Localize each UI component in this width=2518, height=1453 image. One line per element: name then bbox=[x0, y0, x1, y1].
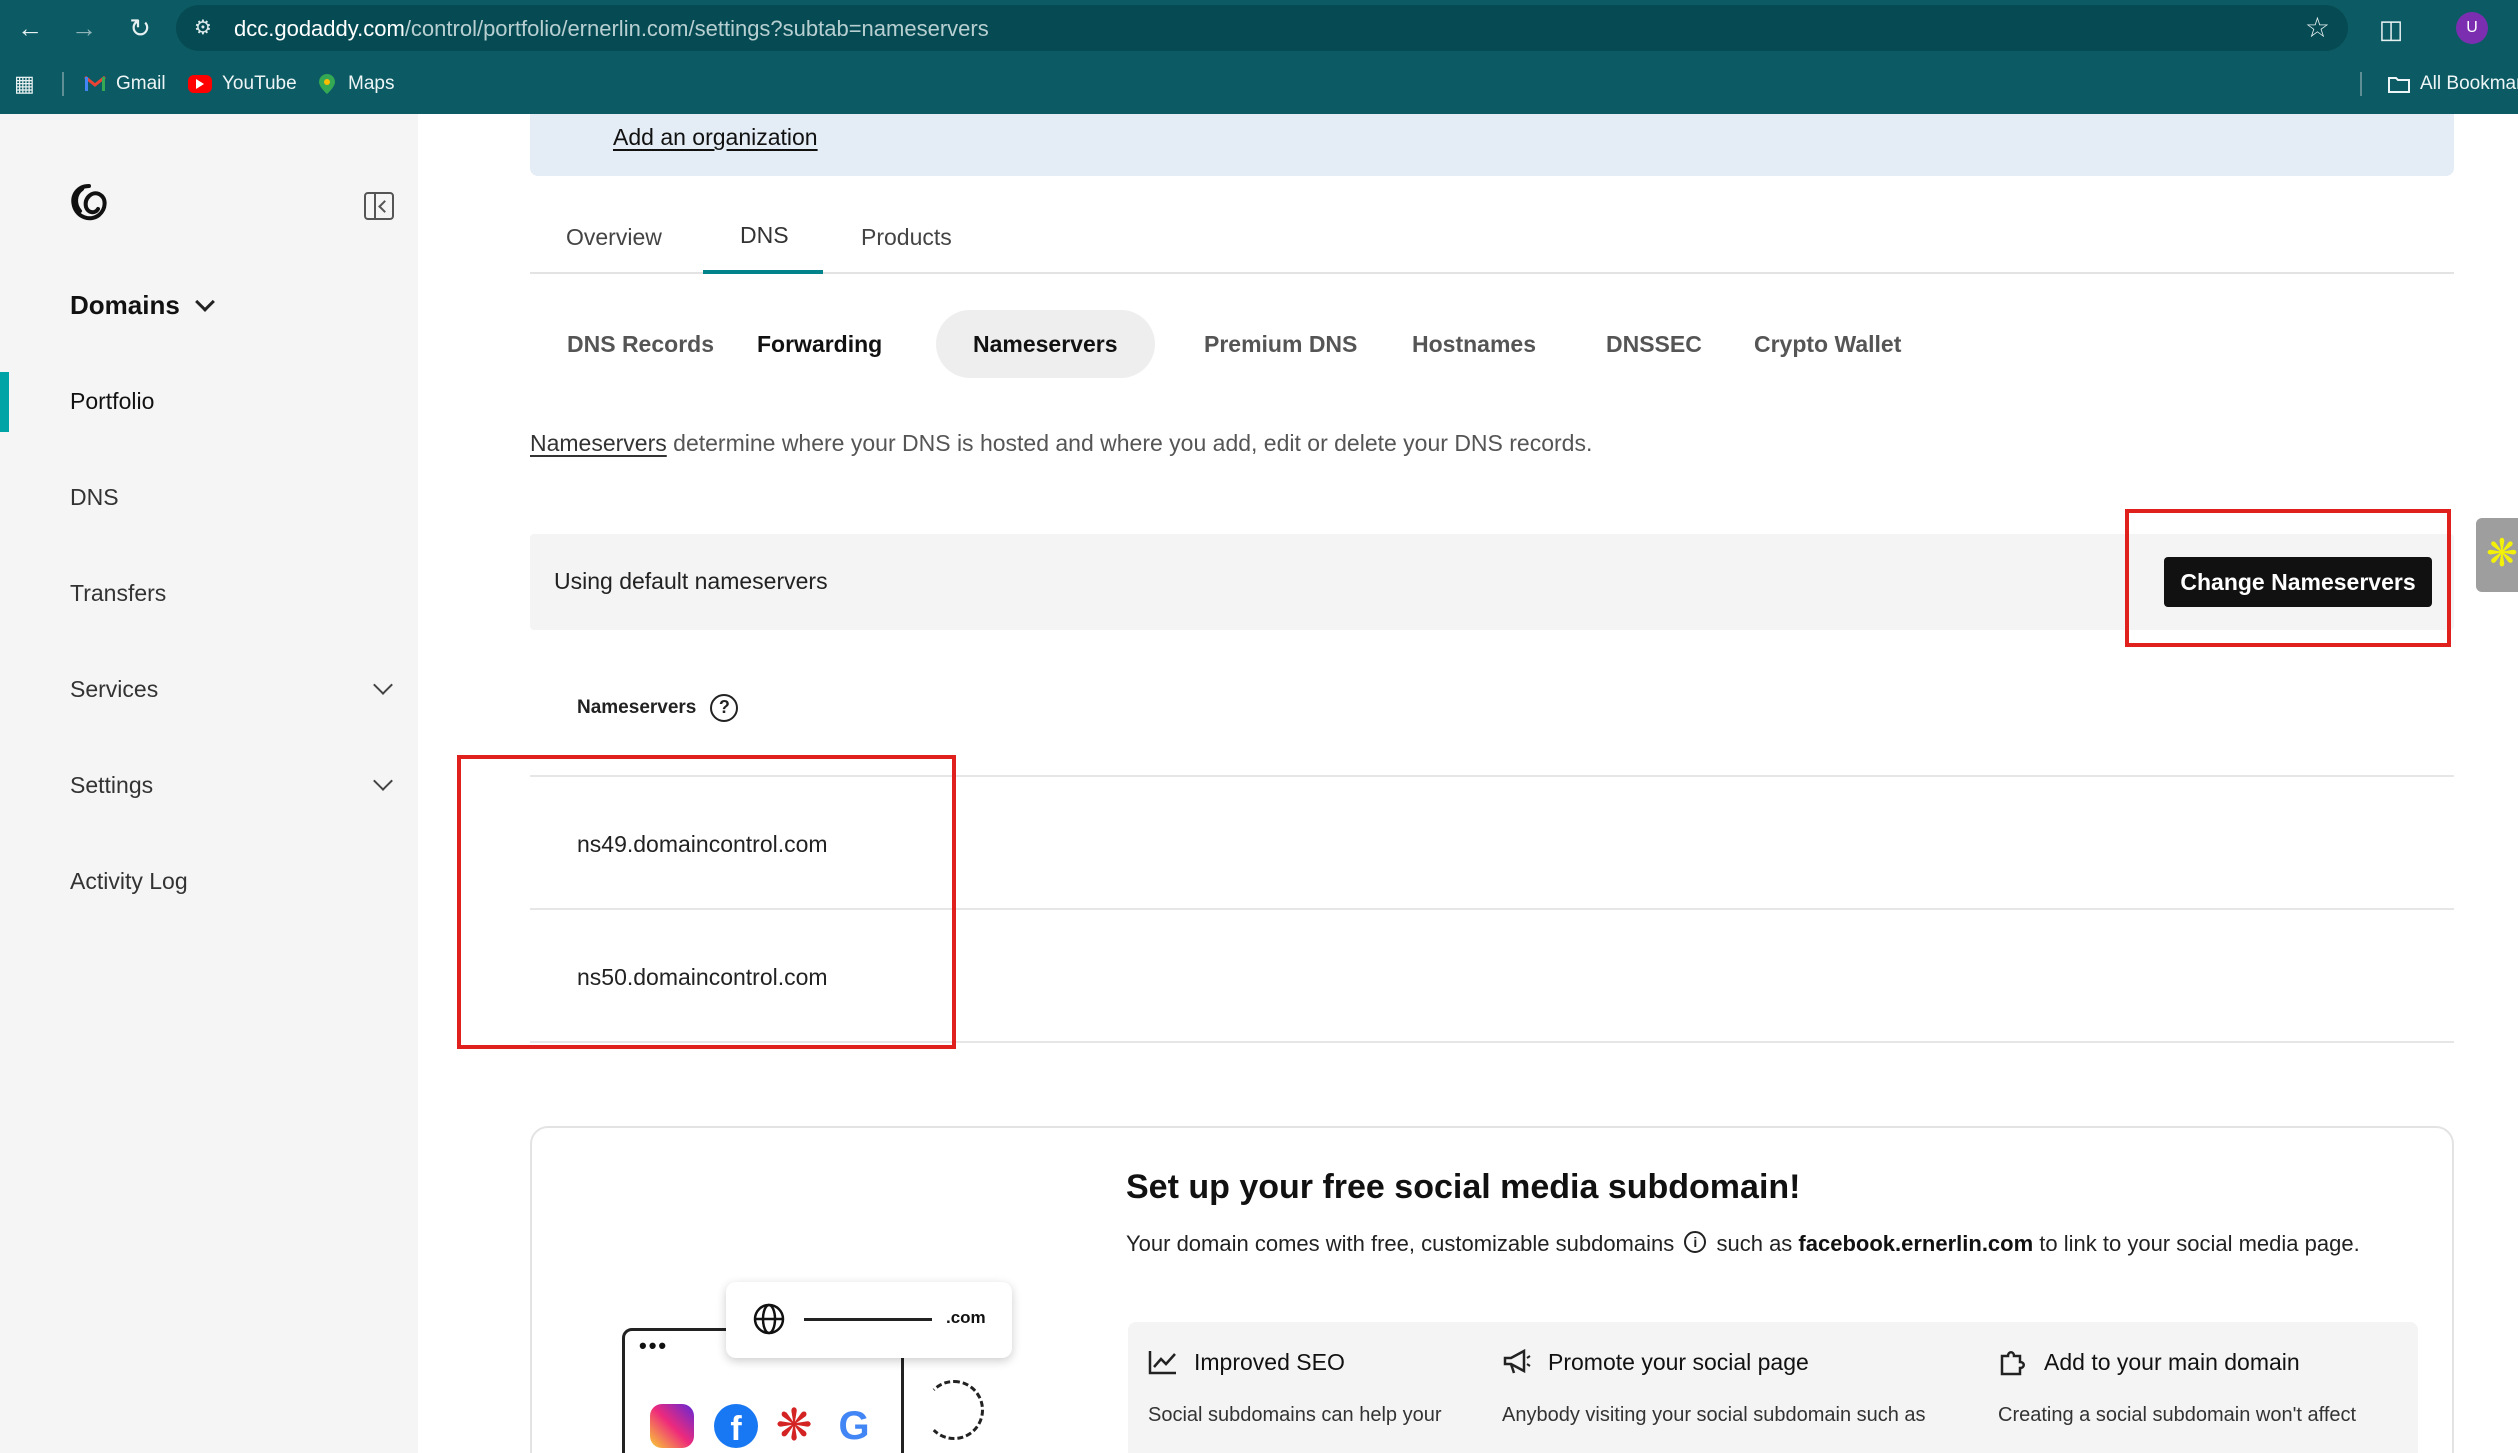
promo-text-part: such as bbox=[1710, 1231, 1799, 1256]
nameservers-description: Nameservers determine where your DNS is … bbox=[530, 430, 1592, 457]
godaddy-logo-icon[interactable] bbox=[66, 180, 112, 226]
description-text: determine where your DNS is hosted and w… bbox=[666, 430, 1593, 456]
chevron-down-icon bbox=[194, 291, 215, 312]
subtab-dnssec[interactable]: DNSSEC bbox=[1569, 310, 1739, 378]
feature-desc: Creating a social subdomain won't affect bbox=[1998, 1404, 2357, 1426]
megaphone-icon bbox=[1502, 1348, 1532, 1376]
apps-grid-icon[interactable]: ▦ bbox=[14, 70, 42, 98]
sidebar-item-settings[interactable]: Settings bbox=[70, 771, 393, 799]
example-subdomain: facebook.ernerlin.com bbox=[1798, 1231, 2034, 1256]
asterisk-icon: ❋ bbox=[2486, 533, 2518, 575]
folder-icon bbox=[2388, 73, 2410, 95]
subtab-hostnames[interactable]: Hostnames bbox=[1375, 310, 1573, 378]
nameservers-table-header: Nameservers ? bbox=[577, 694, 739, 722]
chevron-down-icon bbox=[373, 675, 393, 695]
nameservers-help-link[interactable]: Nameservers bbox=[530, 430, 667, 456]
yelp-icon: ❋ bbox=[775, 1401, 813, 1450]
profile-avatar[interactable]: U bbox=[2456, 12, 2488, 44]
subtab-dns-records[interactable]: DNS Records bbox=[530, 310, 751, 378]
bookmark-label: YouTube bbox=[222, 73, 297, 94]
sidebar: Domains Portfolio DNS Transfers Services… bbox=[0, 114, 418, 1453]
bookmark-star-icon[interactable]: ☆ bbox=[2305, 13, 2330, 43]
url-placeholder-line bbox=[804, 1318, 932, 1321]
feature-title: Promote your social page bbox=[1548, 1348, 1809, 1375]
dotcom-label: .com bbox=[946, 1308, 986, 1327]
sidebar-item-transfers[interactable]: Transfers bbox=[70, 580, 390, 607]
address-bar[interactable]: ⚙ dcc.godaddy.com/control/portfolio/erne… bbox=[176, 5, 2348, 51]
maps-pin-icon bbox=[316, 73, 338, 95]
active-indicator bbox=[0, 372, 9, 432]
all-bookmarks-button[interactable]: All Bookmarks bbox=[2388, 70, 2518, 98]
nameservers-header-label: Nameservers bbox=[577, 697, 697, 718]
globe-icon bbox=[753, 1303, 785, 1335]
nameserver-status-text: Using default nameservers bbox=[554, 568, 828, 594]
back-icon[interactable]: ← bbox=[12, 10, 48, 46]
bookmark-separator bbox=[2360, 72, 2362, 96]
instagram-icon bbox=[650, 1404, 694, 1448]
facebook-icon: f bbox=[714, 1404, 758, 1448]
collapse-sidebar-icon[interactable] bbox=[364, 192, 394, 220]
chart-line-icon bbox=[1148, 1348, 1178, 1376]
url-text[interactable]: dcc.godaddy.com/control/portfolio/ernerl… bbox=[234, 16, 989, 42]
tab-overview[interactable]: Overview bbox=[566, 224, 662, 251]
bookmarks-bar: ▦ Gmail YouTube Maps All Bookmarks bbox=[0, 62, 2518, 106]
browser-chrome: ← → ↻ ⚙ dcc.godaddy.com/control/portfoli… bbox=[0, 0, 2518, 114]
feature-promote-social: Promote your social page Anybody visitin… bbox=[1502, 1348, 1926, 1427]
google-icon: G bbox=[838, 1404, 870, 1448]
bookmark-youtube[interactable]: YouTube bbox=[188, 70, 297, 98]
feature-desc: Social subdomains can help your bbox=[1148, 1404, 1442, 1426]
promo-text-part: Your domain comes with free, customizabl… bbox=[1126, 1231, 1675, 1256]
promo-description: Your domain comes with free, customizabl… bbox=[1126, 1226, 2416, 1262]
sidebar-item-portfolio[interactable]: Portfolio bbox=[70, 388, 390, 415]
subtab-crypto-wallet[interactable]: Crypto Wallet bbox=[1717, 310, 1938, 378]
question-help-icon[interactable]: ? bbox=[710, 694, 739, 722]
illustration-url-card: .com bbox=[726, 1282, 1012, 1358]
feature-title: Improved SEO bbox=[1194, 1348, 1345, 1375]
bookmark-separator bbox=[62, 72, 64, 96]
feature-desc: Anybody visiting your social subdomain s… bbox=[1502, 1404, 1926, 1426]
youtube-icon bbox=[188, 75, 212, 93]
feature-add-main-domain: Add to your main domain Creating a socia… bbox=[1998, 1348, 2356, 1427]
add-organization-link[interactable]: Add an organization bbox=[613, 124, 818, 151]
feedback-side-tab[interactable]: ❋ bbox=[2476, 518, 2518, 592]
reload-icon[interactable]: ↻ bbox=[122, 10, 158, 46]
subtab-forwarding[interactable]: Forwarding bbox=[720, 310, 919, 378]
dns-subtabs: DNS Records Forwarding Nameservers Premi… bbox=[530, 310, 2454, 380]
domains-menu[interactable]: Domains bbox=[70, 290, 215, 321]
tab-dns[interactable]: DNS bbox=[740, 222, 789, 249]
site-settings-icon[interactable]: ⚙ bbox=[194, 15, 220, 41]
extensions-icon[interactable]: ◫ bbox=[2374, 12, 2408, 46]
subtab-nameservers[interactable]: Nameservers bbox=[936, 310, 1155, 378]
bookmark-label: Maps bbox=[348, 73, 395, 94]
sidebar-item-dns[interactable]: DNS bbox=[70, 484, 390, 511]
feature-improved-seo: Improved SEO Social subdomains can help … bbox=[1148, 1348, 1442, 1427]
promo-text-part: to link to your social media page. bbox=[2033, 1231, 2360, 1256]
sidebar-item-label: Settings bbox=[70, 772, 154, 798]
dashed-loop-decoration bbox=[924, 1380, 984, 1440]
all-bookmarks-label: All Bookmarks bbox=[2420, 73, 2518, 94]
puzzle-icon bbox=[1998, 1348, 2028, 1376]
promo-title: Set up your free social media subdomain! bbox=[1126, 1168, 1801, 1206]
feature-title: Add to your main domain bbox=[2044, 1348, 2300, 1375]
domains-title: Domains bbox=[70, 290, 180, 320]
feature-list: Improved SEO Social subdomains can help … bbox=[1128, 1322, 2418, 1453]
active-tab-underline bbox=[703, 270, 823, 274]
highlight-box bbox=[457, 755, 956, 1049]
forward-icon[interactable]: → bbox=[66, 10, 102, 46]
gmail-icon bbox=[84, 73, 106, 95]
bookmark-maps[interactable]: Maps bbox=[316, 70, 394, 98]
highlight-box bbox=[2125, 509, 2451, 647]
sidebar-item-services[interactable]: Services bbox=[70, 675, 393, 703]
subtab-premium-dns[interactable]: Premium DNS bbox=[1167, 310, 1394, 378]
sidebar-item-label: Services bbox=[70, 676, 159, 702]
sidebar-item-activity-log[interactable]: Activity Log bbox=[70, 868, 390, 895]
bookmark-label: Gmail bbox=[116, 73, 166, 94]
organization-banner: Add an organization bbox=[530, 114, 2454, 176]
info-icon[interactable]: i bbox=[1684, 1231, 1707, 1253]
bookmark-gmail[interactable]: Gmail bbox=[84, 70, 166, 98]
chevron-down-icon bbox=[373, 771, 393, 791]
tab-products[interactable]: Products bbox=[861, 224, 952, 251]
window-dots-icon: ••• bbox=[639, 1333, 669, 1358]
domain-tabs: Overview DNS Products bbox=[530, 200, 2454, 274]
